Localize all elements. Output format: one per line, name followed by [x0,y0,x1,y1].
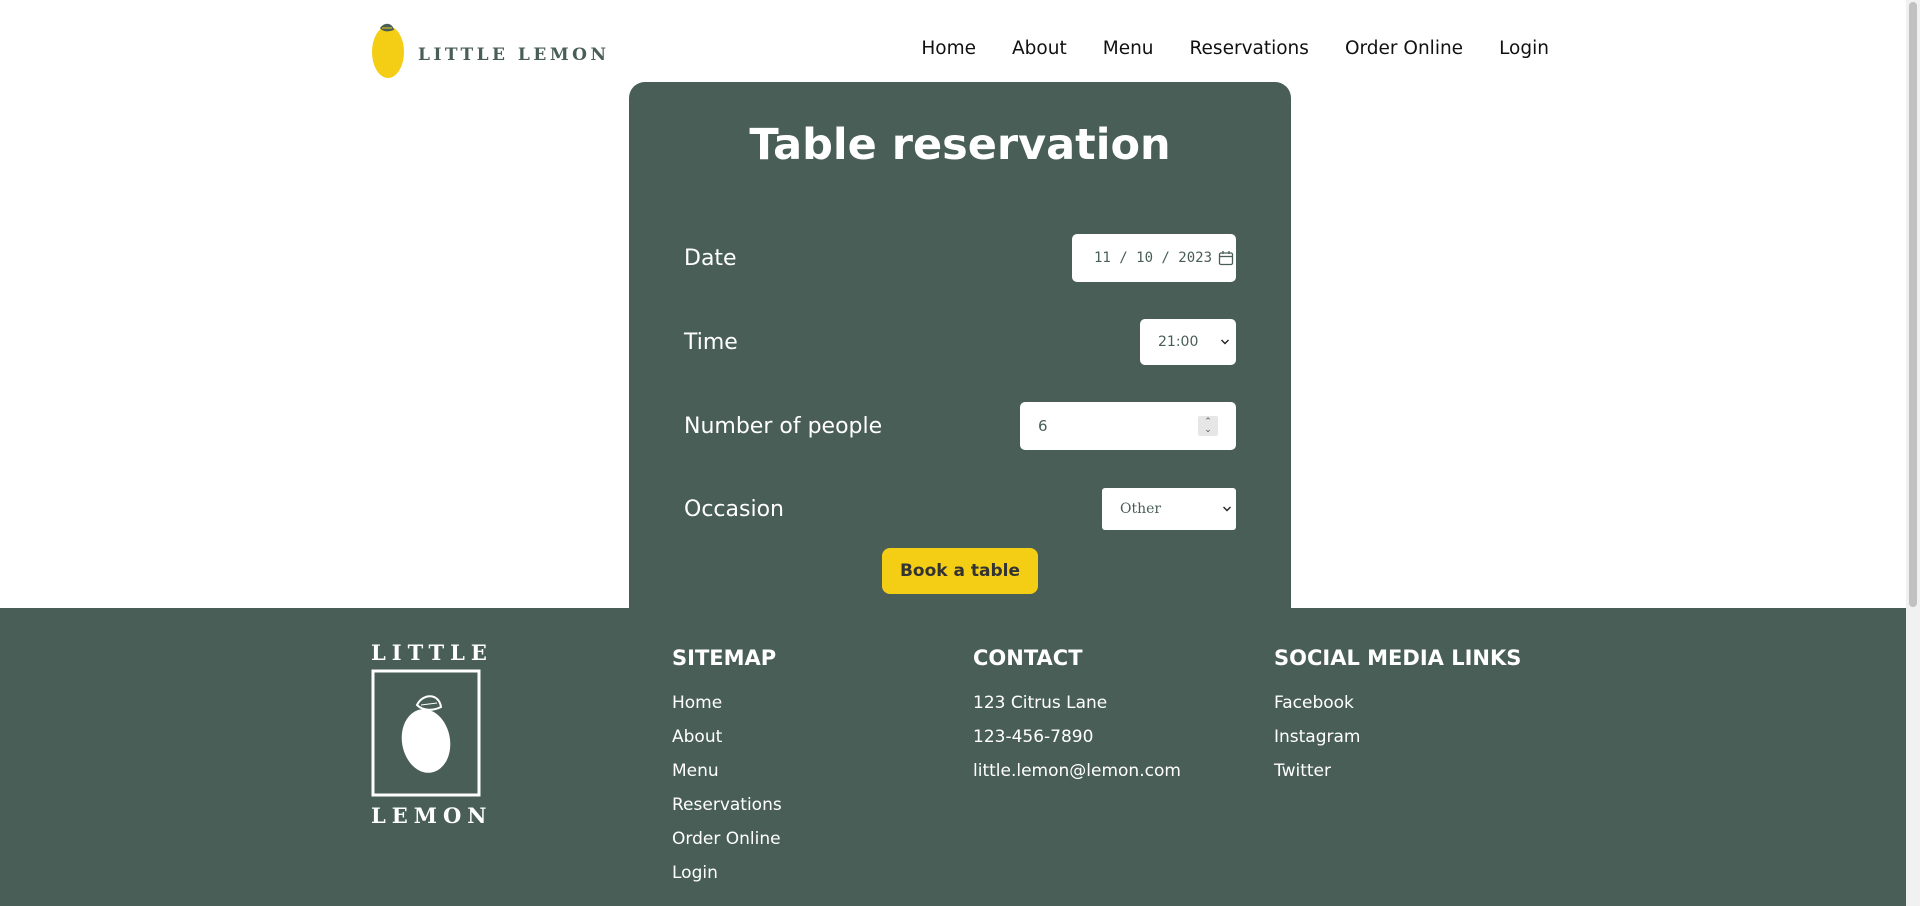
time-label: Time [684,329,738,355]
stepper-icon[interactable]: ⌃ ⌄ [1198,416,1218,436]
nav-about[interactable]: About [1012,38,1067,59]
footer-logo-bottom: LEMON [371,803,493,828]
lemon-footer-icon [371,669,481,797]
chevron-down-icon [1223,506,1231,512]
date-row: Date 11 / 10 / 2023 [684,233,1236,283]
footer-logo-top: LITTLE [371,640,493,665]
footer-social: SOCIAL MEDIA LINKS Facebook Instagram Tw… [1274,646,1521,788]
footer-contact: CONTACT 123 Citrus Lane 123-456-7890 lit… [973,646,1181,788]
occasion-select[interactable]: Other [1102,488,1236,530]
footer-link-reservations[interactable]: Reservations [672,795,782,815]
nav-login[interactable]: Login [1499,38,1549,59]
people-row: Number of people 6 ⌃ ⌄ [684,401,1236,451]
people-input[interactable]: 6 ⌃ ⌄ [1020,402,1236,450]
main-nav: Home About Menu Reservations Order Onlin… [885,38,1549,59]
date-label: Date [684,245,737,271]
time-value: 21:00 [1158,334,1199,350]
sitemap-heading: SITEMAP [672,646,777,670]
time-select[interactable]: 21:00 [1140,319,1236,365]
contact-email: little.lemon@lemon.com [973,761,1181,781]
people-label: Number of people [684,413,883,439]
lemon-logo-icon [372,23,404,78]
footer-link-order-online[interactable]: Order Online [672,829,781,849]
brand-logo[interactable]: LITTLE LEMON [370,20,610,80]
chevron-down-icon [1221,339,1229,345]
occasion-value: Other [1120,501,1162,517]
contact-heading: CONTACT [973,646,1083,670]
brand-name: LITTLE LEMON [418,45,610,65]
social-link-instagram[interactable]: Instagram [1274,727,1361,747]
contact-address: 123 Citrus Lane [973,693,1108,713]
nav-home[interactable]: Home [921,38,976,59]
footer-sitemap: SITEMAP Home About Menu Reservations Ord… [672,646,782,890]
page-title: Table reservation [749,120,1171,170]
page-scrollbar[interactable] [1906,0,1920,906]
nav-order-online[interactable]: Order Online [1345,38,1463,59]
date-input[interactable]: 11 / 10 / 2023 [1072,234,1236,282]
footer-logo[interactable]: LITTLE LEMON [371,640,493,828]
footer-link-home[interactable]: Home [672,693,722,713]
social-link-twitter[interactable]: Twitter [1274,761,1331,781]
occasion-row: Occasion Other [684,484,1236,534]
occasion-label: Occasion [684,496,784,522]
calendar-icon[interactable] [1218,250,1234,266]
time-row: Time 21:00 [684,317,1236,367]
footer-link-menu[interactable]: Menu [672,761,719,781]
nav-reservations[interactable]: Reservations [1190,38,1309,59]
people-value: 6 [1038,417,1048,435]
social-heading: SOCIAL MEDIA LINKS [1274,646,1522,670]
date-value: 11 / 10 / 2023 [1094,250,1213,266]
book-table-button[interactable]: Book a table [882,548,1038,594]
nav-menu[interactable]: Menu [1103,38,1154,59]
footer-link-about[interactable]: About [672,727,722,747]
social-link-facebook[interactable]: Facebook [1274,693,1354,713]
site-header: LITTLE LEMON Home About Menu Reservation… [0,0,1920,90]
scrollbar-thumb[interactable] [1909,2,1917,607]
reservation-form: Table reservation Date 11 / 10 / 2023 Ti… [629,82,1291,608]
contact-phone: 123-456-7890 [973,727,1094,747]
footer-link-login[interactable]: Login [672,863,718,883]
site-footer: LITTLE LEMON SITEMAP Home About Menu Res… [0,608,1920,906]
